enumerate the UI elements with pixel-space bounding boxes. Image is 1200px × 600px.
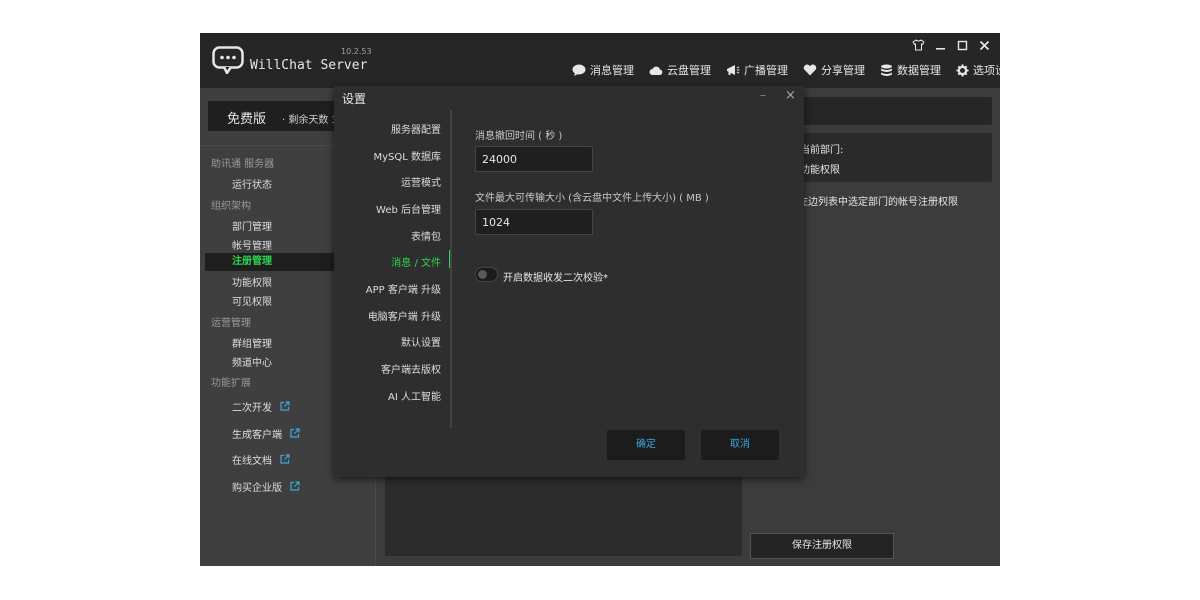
sidebar-item-gen-client-label: 生成客户端	[232, 430, 282, 441]
sidebar-item-func-perm[interactable]: 功能权限	[232, 274, 272, 289]
external-link-icon	[280, 454, 290, 467]
app-version: 10.2.53	[341, 47, 372, 56]
nav-broadcast-management[interactable]: 广播管理	[726, 62, 788, 78]
minimize-icon[interactable]	[932, 37, 948, 53]
chat-bubble-icon	[572, 64, 586, 76]
nav-message-management[interactable]: 消息管理	[572, 62, 634, 78]
close-icon[interactable]	[976, 37, 992, 53]
dialog-minimize-icon[interactable]: –	[760, 88, 766, 102]
dept-info-panel: 当前部门: 功能权限	[790, 133, 992, 182]
sidebar-group-ext: 功能扩展	[211, 378, 251, 389]
external-link-icon	[290, 428, 300, 441]
database-icon	[881, 64, 892, 76]
filesize-input[interactable]	[475, 209, 593, 235]
sidebar-item-docs-label: 在线文档	[232, 456, 272, 467]
current-dept-label: 当前部门:	[800, 145, 844, 156]
cloud-icon	[649, 66, 663, 75]
recall-time-input[interactable]	[475, 146, 593, 172]
cancel-button[interactable]: 取消	[701, 430, 779, 460]
menu-ops-mode[interactable]: 运营模式	[401, 174, 441, 189]
window-controls	[910, 37, 992, 53]
skin-icon[interactable]	[910, 37, 926, 53]
sidebar-item-dept[interactable]: 部门管理	[232, 218, 272, 233]
top-navigation: 消息管理 云盘管理 广播管理 分享管理 数据管理 选项设置	[572, 62, 1000, 78]
func-perm-label: 功能权限	[800, 165, 840, 176]
toggle-knob	[478, 270, 487, 279]
sidebar-item-gen-client[interactable]: 生成客户端	[232, 426, 300, 441]
save-registration-button[interactable]: 保存注册权限	[750, 533, 894, 559]
sidebar-group-server: 助讯通 服务器	[211, 159, 275, 170]
nav-broadcast-label: 广播管理	[744, 64, 788, 77]
menu-pc-upgrade[interactable]: 电脑客户端 升级	[368, 308, 441, 323]
double-check-label: 开启数据收发二次校验*	[503, 273, 608, 284]
sidebar-item-run-status[interactable]: 运行状态	[232, 176, 272, 191]
main-top-bar	[790, 97, 992, 125]
menu-server-config[interactable]: 服务器配置	[391, 121, 441, 136]
sidebar-item-dev-label: 二次开发	[232, 403, 272, 414]
nav-share-management[interactable]: 分享管理	[803, 62, 865, 78]
sidebar-item-visible-perm[interactable]: 可见权限	[232, 293, 272, 308]
menu-app-upgrade[interactable]: APP 客户端 升级	[366, 281, 441, 296]
sidebar-item-registration[interactable]: 注册管理	[205, 253, 336, 271]
sidebar-item-groups[interactable]: 群组管理	[232, 335, 272, 350]
dialog-close-icon[interactable]: ×	[785, 88, 796, 103]
sidebar-group-ops: 运营管理	[211, 318, 251, 329]
nav-data-management[interactable]: 数据管理	[880, 62, 941, 78]
sidebar-item-dev[interactable]: 二次开发	[232, 399, 290, 414]
nav-options-label: 选项设置	[973, 64, 1000, 77]
app-title: WillChat Server	[250, 58, 368, 73]
sidebar-group-org: 组织架构	[211, 201, 251, 212]
menu-message-file[interactable]: 消息 / 文件	[391, 254, 441, 269]
hint-text: 左边列表中选定部门的帐号注册权限	[798, 197, 958, 208]
dialog-title: 设置	[342, 92, 367, 106]
menu-ai[interactable]: AI 人工智能	[388, 388, 441, 403]
nav-cloud-management[interactable]: 云盘管理	[649, 62, 711, 78]
menu-mysql[interactable]: MySQL 数据库	[373, 148, 441, 163]
external-link-icon	[290, 481, 300, 494]
menu-emoji[interactable]: 表情包	[411, 228, 441, 243]
gear-icon	[956, 64, 969, 76]
menu-web-admin[interactable]: Web 后台管理	[376, 201, 441, 216]
heart-icon	[803, 64, 817, 76]
sidebar-item-buy-enterprise[interactable]: 购买企业版	[232, 479, 300, 494]
nav-data-label: 数据管理	[897, 64, 941, 77]
broadcast-icon	[727, 65, 740, 75]
sidebar-item-account[interactable]: 帐号管理	[232, 237, 272, 252]
menu-remove-copyright[interactable]: 客户端去版权	[381, 361, 441, 376]
sidebar-item-channels[interactable]: 频道中心	[232, 354, 272, 369]
nav-share-label: 分享管理	[821, 64, 865, 77]
remaining-days: · 剩余天数 3	[282, 115, 338, 126]
menu-divider	[450, 110, 452, 428]
edition-name: 免费版	[227, 112, 267, 127]
nav-options-settings[interactable]: 选项设置	[956, 62, 1000, 78]
menu-default-settings[interactable]: 默认设置	[401, 334, 441, 349]
nav-cloud-label: 云盘管理	[667, 64, 711, 77]
nav-message-label: 消息管理	[590, 64, 634, 77]
maximize-icon[interactable]	[954, 37, 970, 53]
sidebar-item-docs[interactable]: 在线文档	[232, 452, 290, 467]
filesize-label: 文件最大可传输大小 (含云盘中文件上传大小) ( MB )	[475, 193, 709, 204]
app-logo-icon	[212, 46, 244, 74]
external-link-icon	[280, 401, 290, 414]
double-check-toggle[interactable]	[475, 267, 498, 282]
recall-time-label: 消息撤回时间 ( 秒 )	[475, 131, 563, 142]
ok-button[interactable]: 确定	[607, 430, 685, 460]
settings-dialog: 设置 – × 服务器配置 MySQL 数据库 运营模式 Web 后台管理 表情包…	[334, 86, 804, 477]
settings-menu: 服务器配置 MySQL 数据库 运营模式 Web 后台管理 表情包 消息 / 文…	[334, 108, 452, 428]
app-header: WillChat Server 10.2.53 消息管理 云盘管理 广播管理 分…	[200, 33, 1000, 88]
sidebar-item-buy-label: 购买企业版	[232, 483, 282, 494]
